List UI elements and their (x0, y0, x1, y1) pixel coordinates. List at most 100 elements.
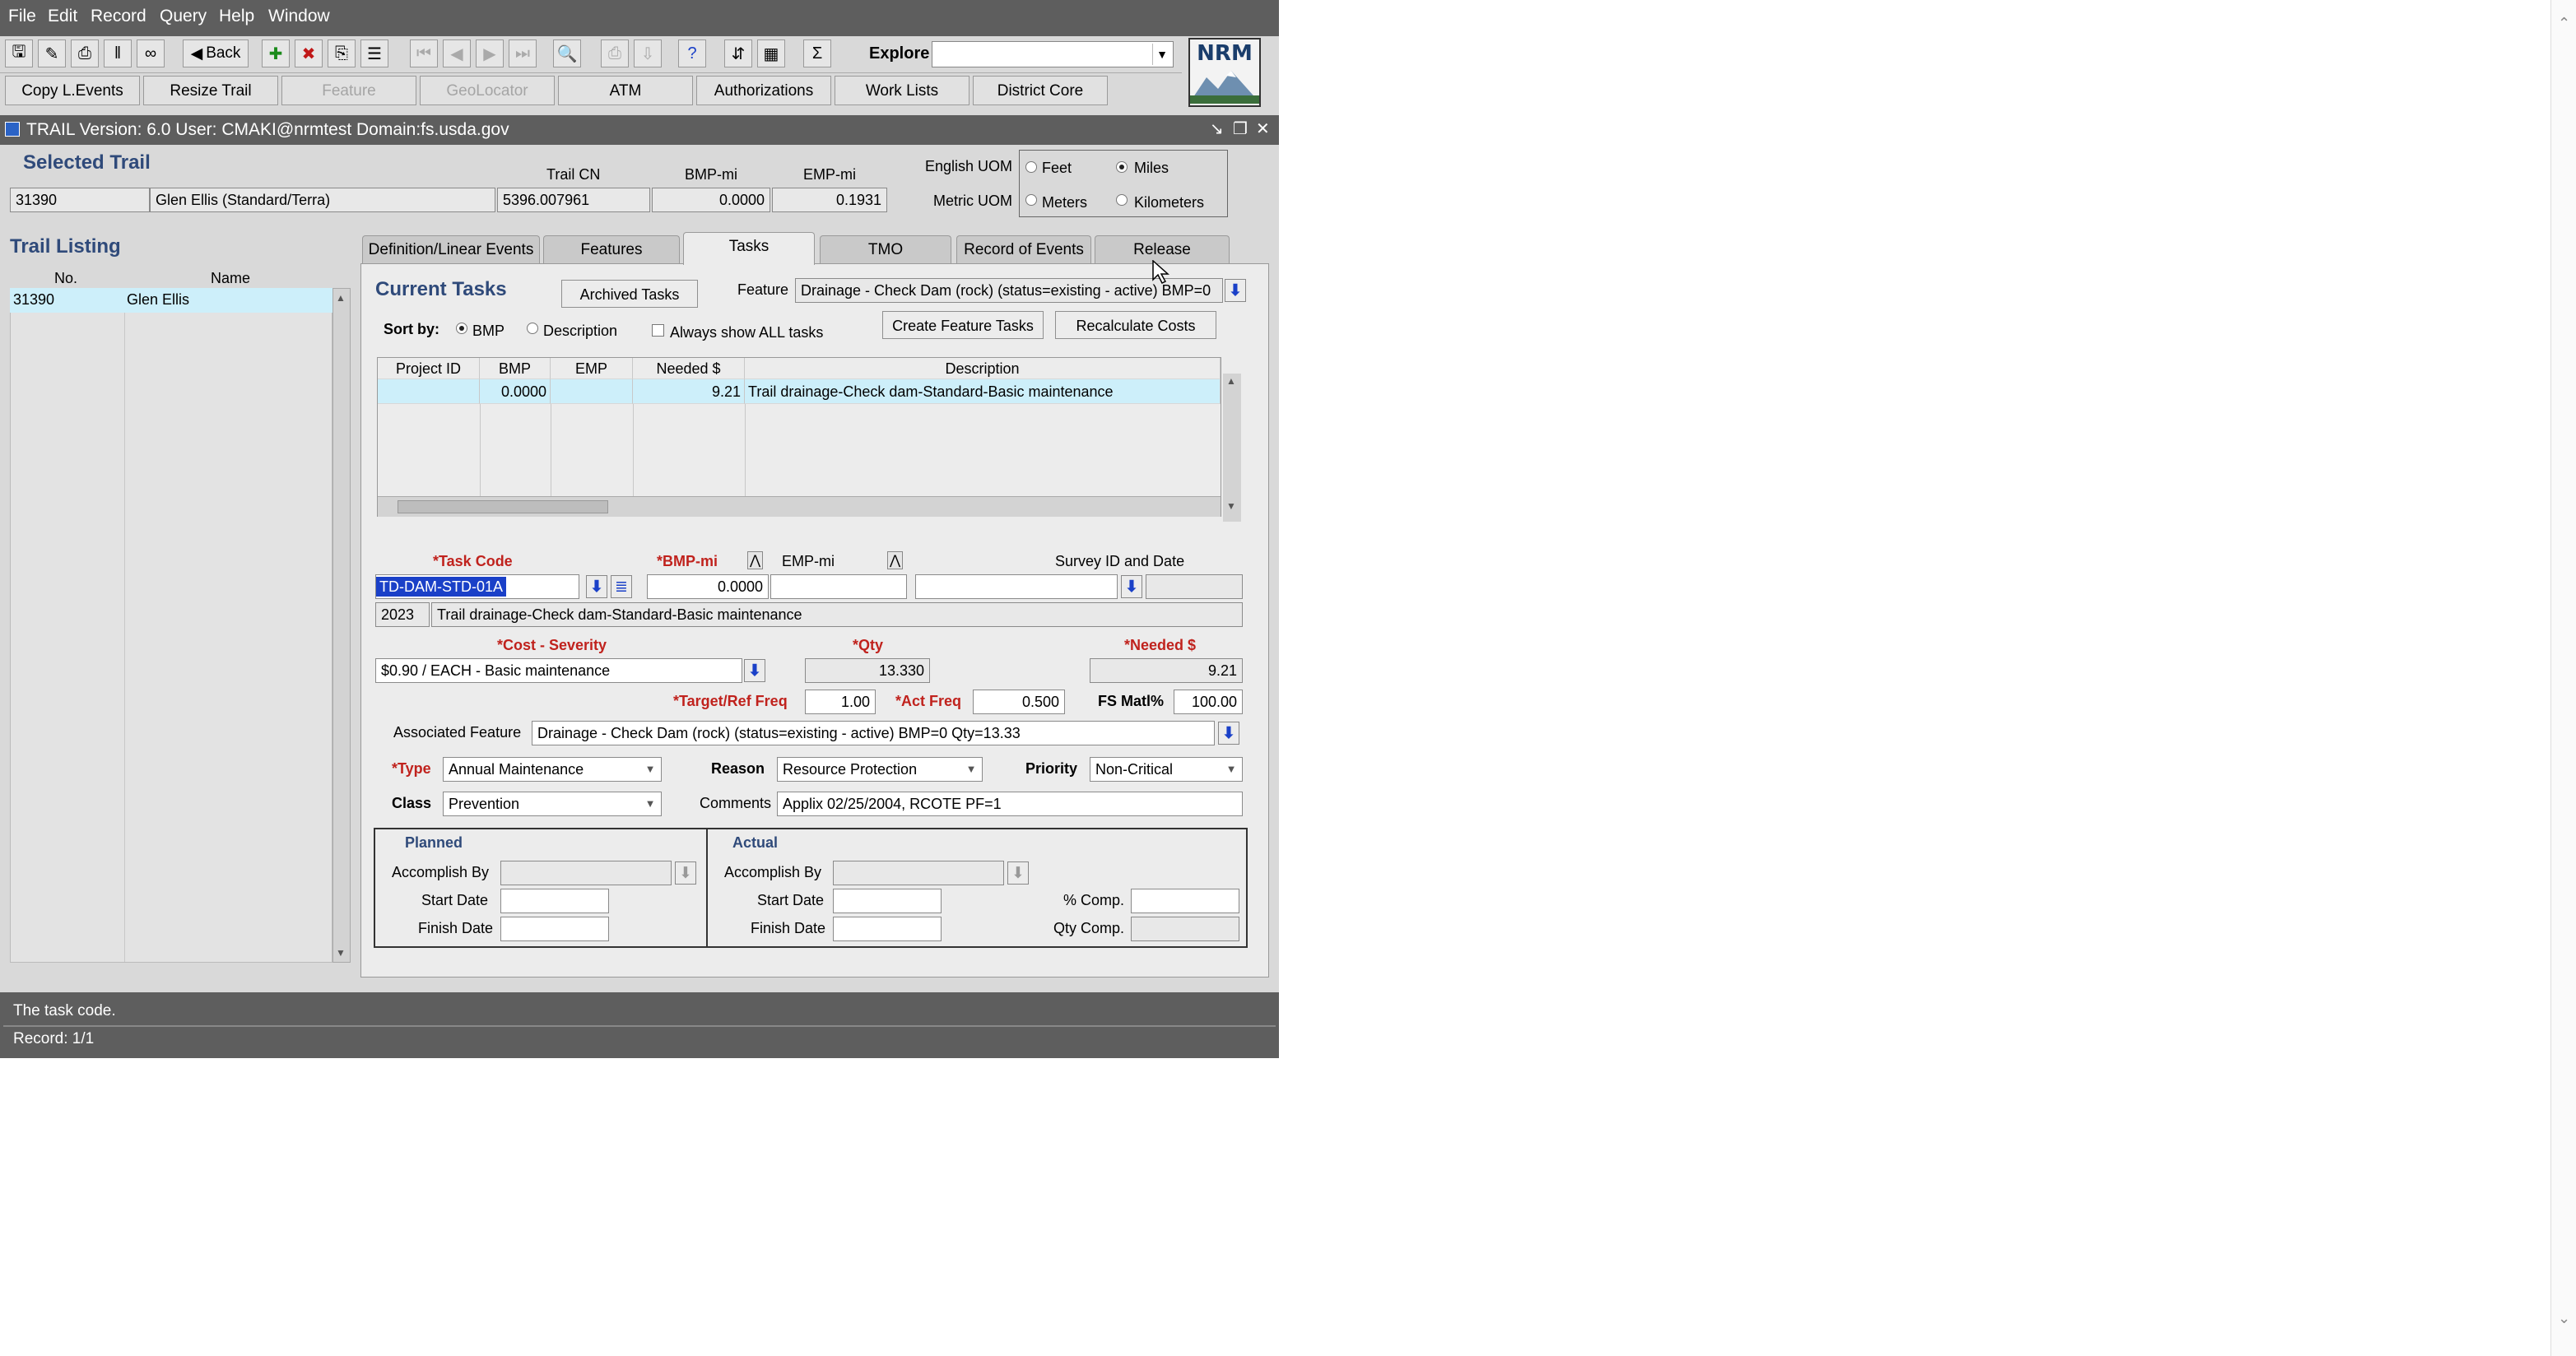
survey-id-field[interactable] (915, 574, 1118, 599)
district-core-button[interactable]: District Core (973, 76, 1108, 105)
actual-start-date-field[interactable] (833, 889, 942, 913)
qty-comp-field[interactable] (1131, 917, 1239, 941)
associated-feature-lov-button[interactable]: ⬇ (1218, 722, 1239, 745)
tab-features[interactable]: Features (543, 235, 680, 263)
tab-definition-linear-events[interactable]: Definition/Linear Events (362, 235, 540, 263)
task-code-lov-button[interactable]: ⬇ (586, 575, 607, 598)
back-button[interactable]: ◀ Back (183, 39, 249, 67)
planned-start-date-field[interactable] (500, 889, 609, 913)
pct-comp-field[interactable] (1131, 889, 1239, 913)
archived-tasks-button[interactable]: Archived Tasks (561, 280, 698, 308)
sort-bmp-radio[interactable] (456, 323, 467, 334)
task-code-search-button[interactable]: ≣ (611, 575, 632, 598)
work-lists-button[interactable]: Work Lists (835, 76, 969, 105)
type-select[interactable]: Annual Maintenance ▼ (443, 757, 662, 782)
table-row[interactable]: 0.0000 9.21 Trail drainage-Check dam-Sta… (378, 379, 1221, 404)
help-icon[interactable]: ? (678, 39, 706, 67)
close-icon[interactable]: ✕ (1256, 118, 1270, 139)
print-icon[interactable]: ⎙ (71, 39, 99, 67)
insert-record-icon[interactable]: ✚ (262, 39, 290, 67)
restore-icon[interactable]: ❐ (1233, 118, 1248, 139)
trail-emp-field[interactable]: 0.1931 (772, 188, 887, 212)
geolocator-button[interactable]: GeoLocator (420, 76, 555, 105)
planned-accomplish-lov-button[interactable]: ⬇ (675, 861, 696, 885)
trail-name-field[interactable]: Glen Ellis (Standard/Terra) (150, 188, 495, 212)
find-binoculars-icon[interactable]: 🔍 (553, 39, 581, 67)
scroll-up-icon[interactable]: ▲ (1226, 375, 1236, 387)
link-icon[interactable]: ∞ (137, 39, 165, 67)
feature-button[interactable]: Feature (281, 76, 416, 105)
tab-record-of-events[interactable]: Record of Events (956, 235, 1091, 263)
associated-feature-field[interactable]: Drainage - Check Dam (rock) (status=exis… (532, 721, 1215, 745)
task-description-field[interactable]: Trail drainage-Check dam-Standard-Basic … (431, 602, 1243, 627)
page-scrollbar[interactable]: ⌃ ⌄ (2550, 0, 2576, 1356)
menu-edit[interactable]: Edit (48, 7, 77, 26)
act-freq-field[interactable]: 0.500 (973, 690, 1065, 714)
grid-horizontal-scrollbar[interactable] (378, 496, 1221, 517)
tab-tmo[interactable]: TMO (820, 235, 951, 263)
minimize-icon[interactable]: ↘ (1210, 118, 1224, 139)
chevron-down-icon[interactable]: ▼ (1222, 759, 1240, 780)
listing-scrollbar[interactable]: ▲ ▼ (332, 288, 351, 963)
tab-release[interactable]: Release (1095, 235, 1230, 263)
cost-lov-button[interactable]: ⬇ (744, 659, 765, 682)
grid-vertical-scrollbar[interactable]: ▲ ▼ (1223, 374, 1241, 522)
planned-finish-date-field[interactable] (500, 917, 609, 941)
scroll-down-icon[interactable]: ▼ (1226, 500, 1236, 512)
resize-trail-button[interactable]: Resize Trail (143, 76, 278, 105)
menu-help[interactable]: Help (219, 7, 254, 26)
qty-field[interactable]: 13.330 (805, 658, 930, 683)
atm-button[interactable]: ATM (558, 76, 693, 105)
previous-record-icon[interactable]: ◀ (443, 39, 471, 67)
attach-icon[interactable]: ‖ (104, 39, 132, 67)
recalculate-costs-button[interactable]: Recalculate Costs (1055, 311, 1216, 339)
mountain-small-icon[interactable]: ⋀ (747, 551, 764, 569)
list-icon[interactable]: ☰ (360, 39, 388, 67)
priority-select[interactable]: Non-Critical ▼ (1090, 757, 1243, 782)
cost-severity-field[interactable]: $0.90 / EACH - Basic maintenance (375, 658, 742, 683)
survey-lov-button[interactable]: ⬇ (1121, 575, 1142, 598)
menu-query[interactable]: Query (160, 7, 207, 26)
sum-icon[interactable]: Σ (803, 39, 831, 67)
task-code-field[interactable]: TD-DAM-STD-01A (375, 574, 579, 599)
feature-lov-button[interactable]: ⬇ (1225, 279, 1246, 302)
scroll-down-icon[interactable]: ⌄ (2558, 1310, 2570, 1327)
actual-accomplish-by-field[interactable] (833, 861, 1004, 885)
reason-select[interactable]: Resource Protection ▼ (777, 757, 983, 782)
menu-record[interactable]: Record (91, 7, 146, 26)
duplicate-record-icon[interactable]: ⎘ (328, 39, 356, 67)
needed-field[interactable]: 9.21 (1090, 658, 1243, 683)
sort-description-radio[interactable] (527, 323, 538, 334)
authorizations-button[interactable]: Authorizations (696, 76, 831, 105)
always-show-all-checkbox[interactable] (652, 324, 664, 337)
bmp-mi-field[interactable]: 0.0000 (647, 574, 769, 599)
delete-record-icon[interactable]: ✖ (295, 39, 323, 67)
mountain-small-icon[interactable]: ⋀ (887, 551, 904, 569)
edit-form-icon[interactable]: ✎ (38, 39, 66, 67)
trail-number-field[interactable]: 31390 (10, 188, 150, 212)
planned-accomplish-by-field[interactable] (500, 861, 672, 885)
actual-accomplish-lov-button[interactable]: ⬇ (1007, 861, 1029, 885)
feet-radio[interactable] (1025, 161, 1037, 173)
target-freq-field[interactable]: 1.00 (805, 690, 876, 714)
first-record-icon[interactable]: ⏮ (410, 39, 438, 67)
chevron-down-icon[interactable]: ▼ (962, 759, 980, 780)
last-record-icon[interactable]: ⏭ (509, 39, 537, 67)
chevron-down-icon[interactable]: ▼ (641, 759, 659, 780)
menu-file[interactable]: File (8, 7, 36, 26)
tab-tasks[interactable]: Tasks (683, 232, 815, 265)
comments-field[interactable]: Applix 02/25/2004, RCOTE PF=1 (777, 792, 1243, 816)
actual-finish-date-field[interactable] (833, 917, 942, 941)
kilometers-radio[interactable] (1116, 194, 1128, 206)
menu-window[interactable]: Window (268, 7, 330, 26)
calculator-icon[interactable]: ▦ (757, 39, 785, 67)
sort-icon[interactable]: ⇵ (724, 39, 752, 67)
emp-mi-field[interactable] (770, 574, 907, 599)
export-icon[interactable]: ⇩ (634, 39, 662, 67)
scroll-thumb[interactable] (398, 500, 608, 513)
trail-bmp-field[interactable]: 0.0000 (652, 188, 770, 212)
chevron-down-icon[interactable]: ▼ (641, 793, 659, 815)
class-select[interactable]: Prevention ▼ (443, 792, 662, 816)
trail-cn-field[interactable]: 5396.007961 (497, 188, 650, 212)
meters-radio[interactable] (1025, 194, 1037, 206)
